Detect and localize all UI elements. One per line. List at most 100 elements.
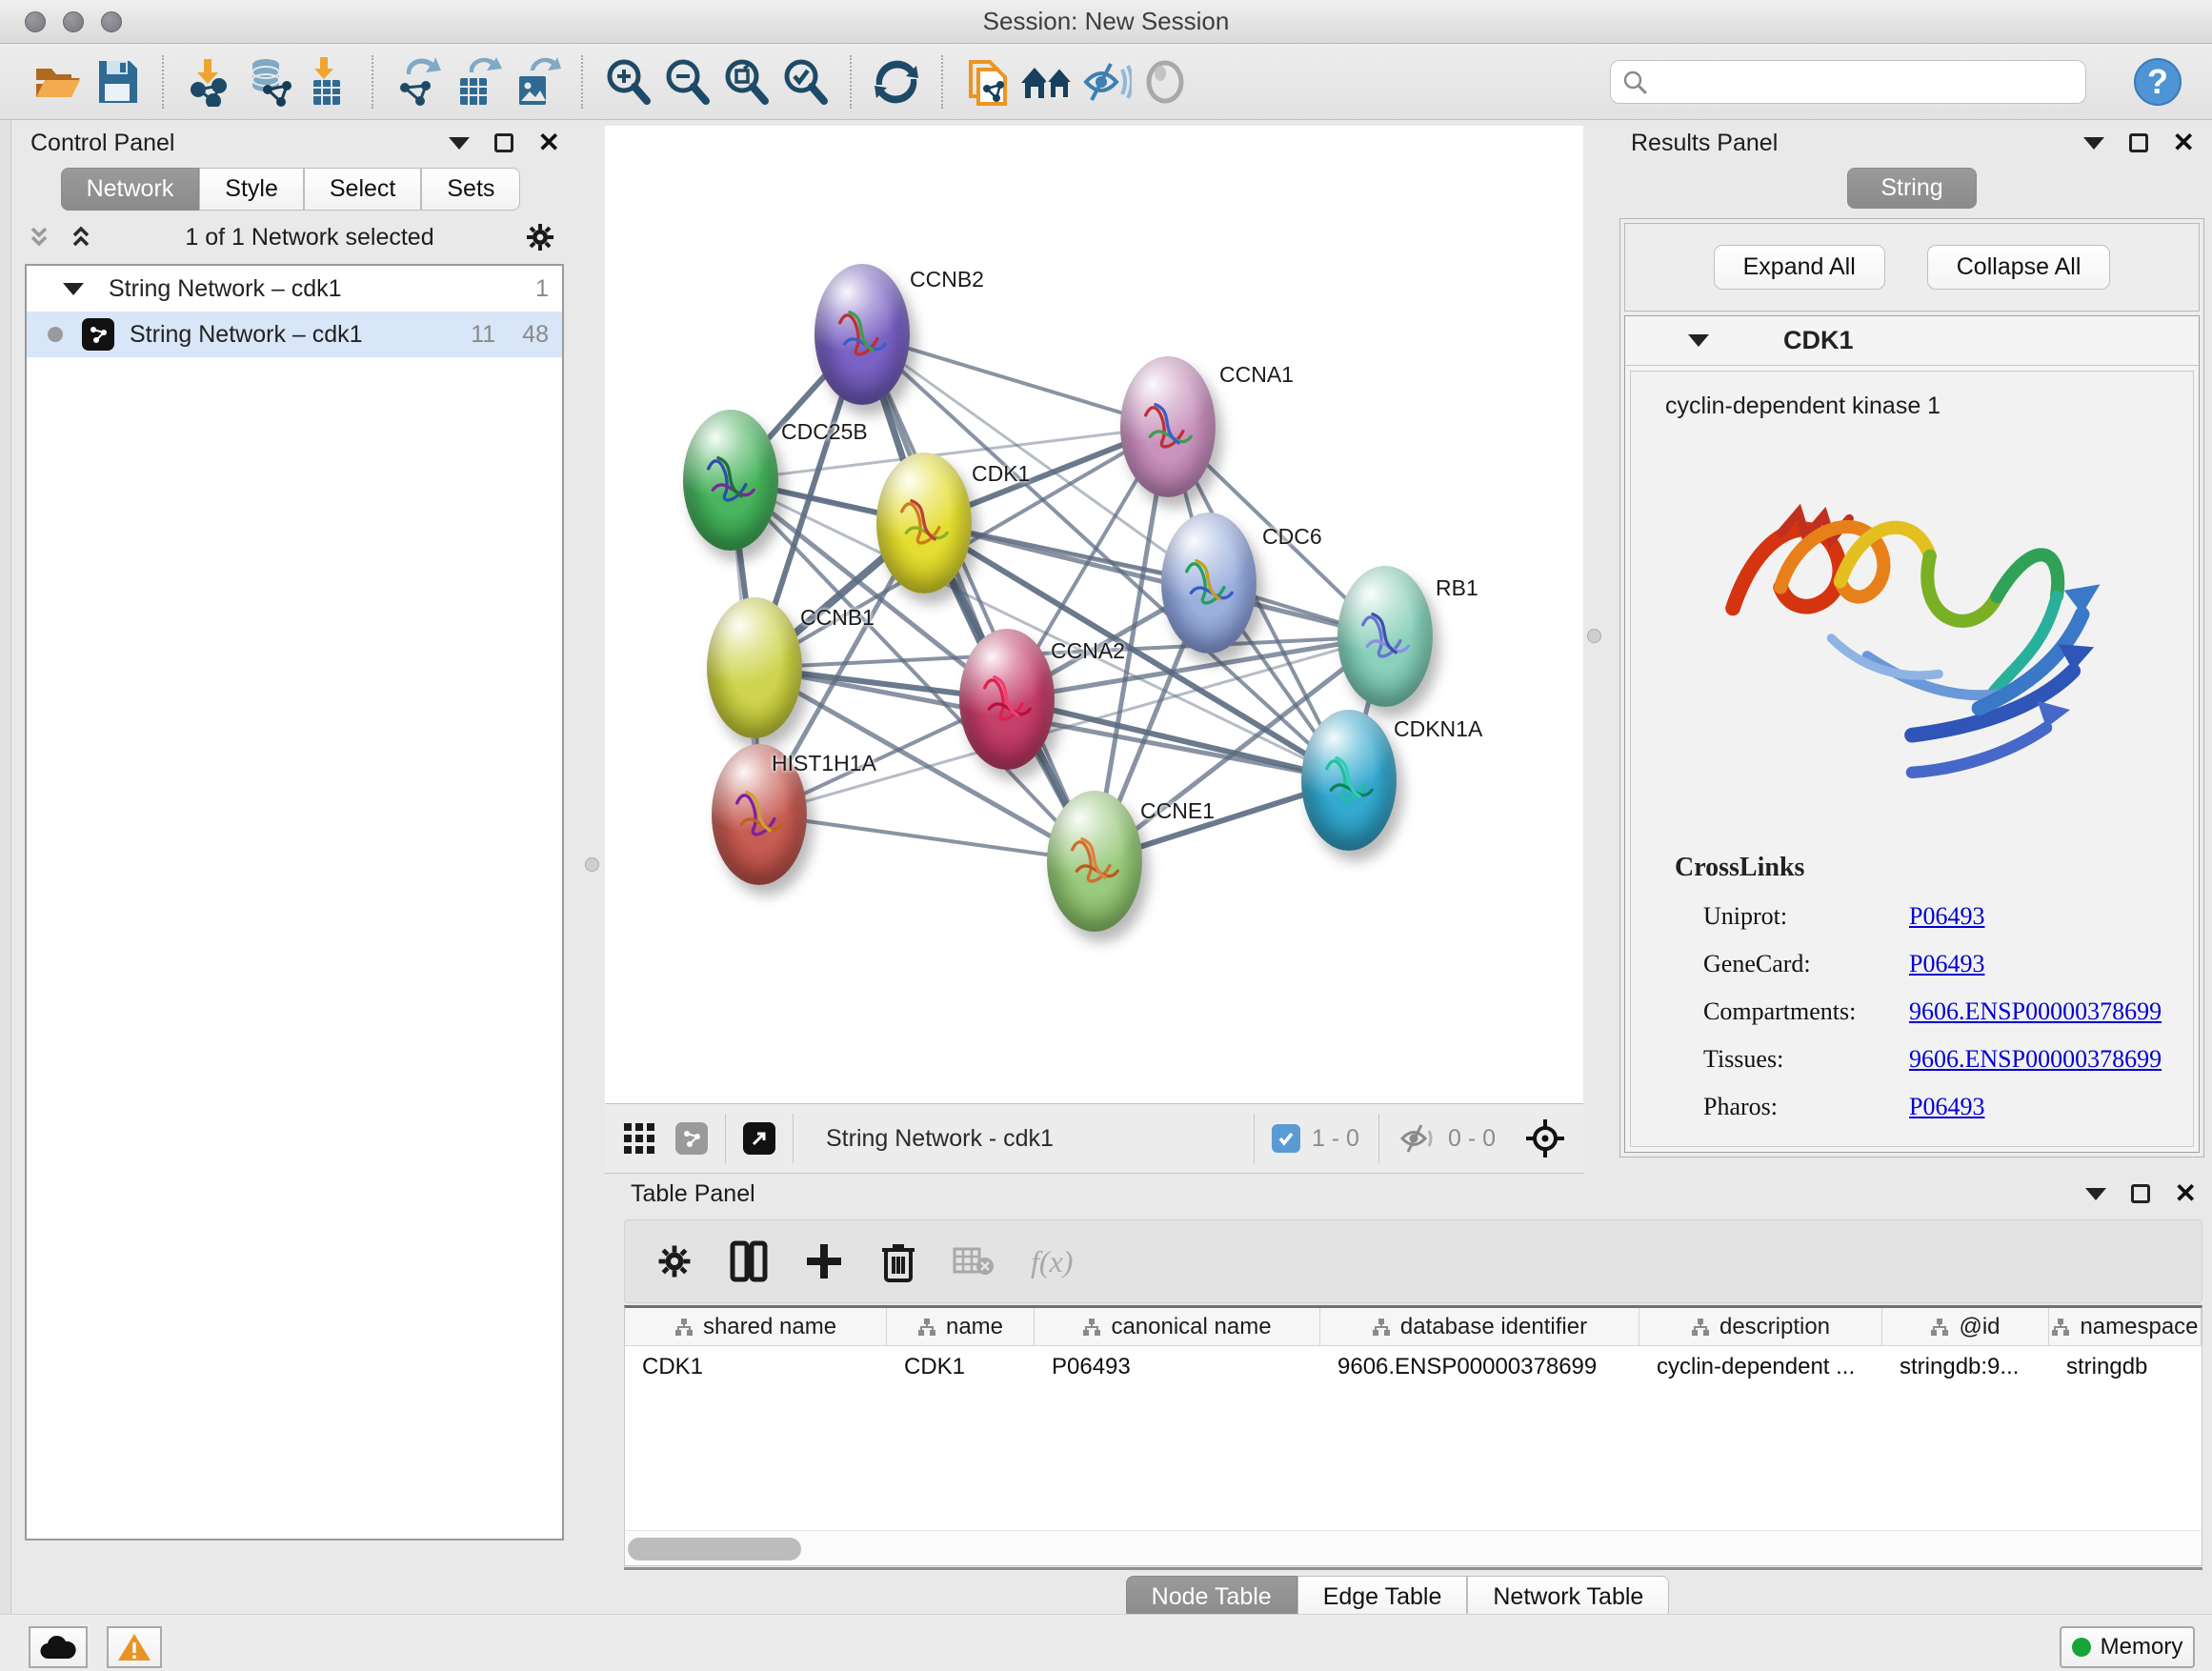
table-cell[interactable]: CDK1 [887, 1346, 1035, 1388]
tab-style[interactable]: Style [199, 168, 304, 211]
table-menu-icon[interactable] [2085, 1188, 2106, 1200]
collapse-all-icon[interactable] [25, 223, 53, 252]
network-canvas[interactable]: CCNB2CCNA1CDC25BCDK1CDC6RB1CCNB1CCNA2CDK… [605, 126, 1583, 1103]
tab-sets[interactable]: Sets [421, 168, 520, 211]
export-network-button[interactable] [389, 52, 448, 111]
warnings-button[interactable] [107, 1626, 162, 1668]
apply-layout-button[interactable] [867, 52, 926, 111]
network-node-cdkn1a[interactable] [1301, 710, 1397, 851]
table-close-icon[interactable]: ✕ [2175, 1184, 2197, 1203]
column-header-shared-name[interactable]: shared name [625, 1308, 887, 1345]
grid-mode-icon[interactable] [622, 1121, 656, 1156]
table-cell[interactable]: CDK1 [625, 1346, 887, 1388]
table-cell[interactable]: stringdb:9... [1882, 1346, 2049, 1388]
hide-selected-button[interactable] [1076, 52, 1136, 111]
cloud-button[interactable] [29, 1626, 88, 1668]
float-panel-icon[interactable] [494, 133, 513, 152]
column-header-namespace[interactable]: namespace [2049, 1308, 2202, 1345]
attribute-icon [674, 1318, 694, 1337]
network-node-rb1[interactable] [1337, 566, 1433, 707]
crosslink-link[interactable]: P06493 [1909, 902, 1984, 931]
show-all-button[interactable] [1136, 52, 1195, 111]
panel-menu-icon[interactable] [449, 137, 470, 150]
selected-checkbox-icon[interactable] [1272, 1124, 1300, 1153]
select-columns-icon[interactable] [730, 1240, 768, 1282]
table-float-icon[interactable] [2131, 1184, 2150, 1203]
expand-all-icon[interactable] [67, 223, 95, 252]
table-gear-icon[interactable] [655, 1242, 694, 1280]
column-header-description[interactable]: description [1639, 1308, 1882, 1345]
import-table-file-button[interactable] [297, 52, 356, 111]
network-node-cdk1[interactable] [876, 453, 972, 594]
table-row[interactable]: CDK1CDK1P064939606.ENSP00000378699cyclin… [625, 1346, 2202, 1388]
crosslink-link[interactable]: P06493 [1909, 1093, 1984, 1121]
tab-network[interactable]: Network [61, 168, 200, 211]
close-panel-icon[interactable]: ✕ [538, 133, 560, 152]
import-network-file-button[interactable] [179, 52, 238, 111]
view-mode-icon[interactable] [675, 1122, 708, 1155]
table-cell[interactable]: 9606.ENSP00000378699 [1320, 1346, 1639, 1388]
collection-expander-icon[interactable] [63, 283, 84, 295]
right-splitter-handle[interactable] [1587, 629, 1601, 643]
column-header-canonical-name[interactable]: canonical name [1035, 1308, 1320, 1345]
crosslink-link[interactable]: 9606.ENSP00000378699 [1909, 1045, 2162, 1074]
zoom-selected-button[interactable] [775, 52, 835, 111]
export-table-button[interactable] [448, 52, 507, 111]
scrollbar-thumb[interactable] [628, 1538, 801, 1560]
network-node-ccnb1[interactable] [707, 597, 802, 738]
column-header--id[interactable]: @id [1882, 1308, 2049, 1345]
first-neighbors-button[interactable] [1017, 52, 1076, 111]
tab-select[interactable]: Select [304, 168, 421, 211]
detach-view-icon[interactable] [743, 1122, 775, 1155]
toolbar-search[interactable] [1610, 60, 2086, 104]
crosslink-link[interactable]: P06493 [1909, 950, 1984, 978]
add-column-icon[interactable] [804, 1241, 844, 1281]
memory-button[interactable]: Memory [2060, 1626, 2195, 1668]
column-header-name[interactable]: name [887, 1308, 1035, 1345]
network-edge[interactable] [862, 334, 1095, 861]
table-hscrollbar[interactable] [624, 1530, 2202, 1566]
save-session-button[interactable] [88, 52, 147, 111]
network-node-ccna2[interactable] [959, 629, 1055, 770]
tab-network-table[interactable]: Network Table [1467, 1576, 1669, 1619]
network-view-toolbar: String Network - cdk1 1 - 0 0 - 0 [605, 1103, 1583, 1174]
zoom-in-button[interactable] [598, 52, 657, 111]
network-row[interactable]: String Network – cdk1 11 48 [27, 312, 562, 357]
table-cell[interactable]: cyclin-dependent ... [1639, 1346, 1882, 1388]
network-edge[interactable] [1007, 699, 1349, 780]
zoom-out-button[interactable] [657, 52, 716, 111]
open-session-button[interactable] [29, 52, 88, 111]
table-cell[interactable]: stringdb [2049, 1346, 2202, 1388]
column-header-database-identifier[interactable]: database identifier [1320, 1308, 1639, 1345]
import-network-database-button[interactable] [238, 52, 297, 111]
crosslink-link[interactable]: 9606.ENSP00000378699 [1909, 997, 2162, 1026]
network-node-ccnb2[interactable] [814, 264, 910, 405]
delete-column-icon[interactable] [880, 1240, 916, 1282]
tab-string[interactable]: String [1847, 168, 1976, 209]
expand-all-button[interactable]: Expand All [1714, 245, 1885, 290]
birds-eye-toggle-icon[interactable] [1524, 1117, 1566, 1159]
search-input[interactable] [1657, 69, 2074, 95]
tab-edge-table[interactable]: Edge Table [1297, 1576, 1468, 1619]
export-image-button[interactable] [507, 52, 566, 111]
collapse-all-button[interactable]: Collapse All [1927, 245, 2111, 290]
network-node-ccne1[interactable] [1047, 791, 1142, 932]
network-node-cdc6[interactable] [1161, 513, 1257, 654]
results-menu-icon[interactable] [2083, 137, 2104, 150]
network-node-ccna1[interactable] [1120, 356, 1216, 497]
results-float-icon[interactable] [2129, 133, 2148, 152]
crosslinks-section: CrossLinks Uniprot:P06493GeneCard:P06493… [1675, 853, 2193, 1121]
tab-node-table[interactable]: Node Table [1126, 1576, 1297, 1619]
left-splitter-handle[interactable] [585, 857, 599, 872]
protein-expander-icon[interactable] [1688, 334, 1709, 347]
network-edge[interactable] [759, 815, 1095, 861]
network-node-cdc25b[interactable] [683, 410, 778, 551]
results-close-icon[interactable]: ✕ [2173, 133, 2195, 152]
help-button[interactable]: ? [2128, 52, 2187, 111]
zoom-fit-button[interactable] [716, 52, 775, 111]
table-cell[interactable]: P06493 [1035, 1346, 1320, 1388]
gear-icon[interactable] [524, 221, 556, 253]
clone-network-button[interactable] [958, 52, 1017, 111]
network-collection-row[interactable]: String Network – cdk1 1 [27, 266, 562, 312]
protein-section-header[interactable]: CDK1 [1625, 316, 2199, 366]
